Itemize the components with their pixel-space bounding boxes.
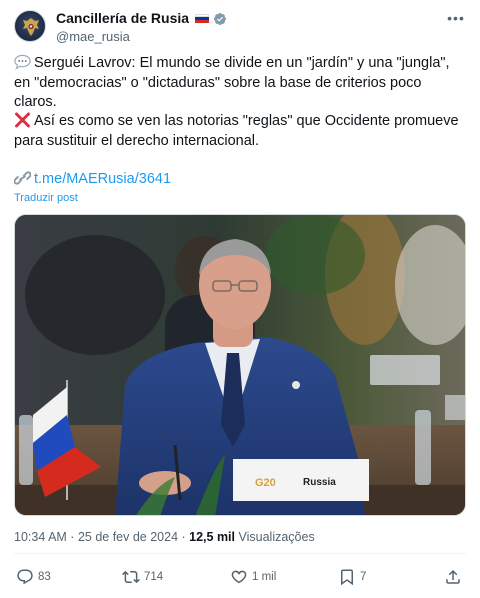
tweet-paragraph-3: t.me/MAERusia/3641 bbox=[14, 170, 466, 190]
repost-button[interactable]: 714 bbox=[122, 566, 163, 588]
like-count: 1 mil bbox=[252, 571, 277, 583]
translate-post-link[interactable]: Traduzir post bbox=[14, 192, 78, 204]
repost-count: 714 bbox=[144, 571, 164, 583]
more-options-icon[interactable]: ••• bbox=[446, 11, 466, 28]
verified-badge-icon bbox=[214, 12, 227, 25]
tweet-time[interactable]: 10:34 AM bbox=[14, 530, 67, 544]
tweet-paragraph-1: Serguéi Lavrov: El mundo se divide en un… bbox=[14, 54, 466, 113]
bookmark-icon bbox=[341, 569, 353, 586]
action-bar: 83 714 1 mil 7 bbox=[14, 566, 466, 588]
photo-scene: G20 Russia bbox=[15, 215, 465, 515]
display-name-row[interactable]: Cancillería de Rusia bbox=[56, 10, 227, 27]
bookmark-button[interactable]: 7 bbox=[338, 566, 366, 588]
speech-balloon-icon bbox=[14, 54, 31, 70]
country-placard: Russia bbox=[303, 477, 336, 488]
paragraph-1-text: Serguéi Lavrov: El mundo se divide en un… bbox=[14, 55, 450, 110]
tweet-header: Cancillería de Rusia @mae_rusia ••• bbox=[14, 10, 466, 46]
handle[interactable]: @mae_rusia bbox=[56, 29, 227, 45]
tweet-card: Cancillería de Rusia @mae_rusia ••• Serg… bbox=[0, 0, 480, 598]
g20-logo: G20 bbox=[255, 477, 276, 489]
reply-icon bbox=[17, 569, 33, 585]
coat-of-arms-icon bbox=[23, 18, 39, 36]
bookmark-count: 7 bbox=[360, 571, 367, 583]
russia-flag-icon bbox=[195, 13, 210, 24]
heart-icon bbox=[231, 570, 247, 584]
reply-button[interactable]: 83 bbox=[16, 566, 51, 588]
views-count: 12,5 mil bbox=[189, 530, 236, 544]
reply-count: 83 bbox=[38, 571, 51, 583]
tweet-date[interactable]: 25 de fev de 2024 bbox=[78, 530, 178, 544]
paragraph-2-text: Así es como se ven las notorias "reglas"… bbox=[14, 113, 459, 149]
tweet-paragraph-2: Así es como se ven las notorias "reglas"… bbox=[14, 112, 466, 151]
like-button[interactable]: 1 mil bbox=[230, 566, 276, 588]
share-icon bbox=[446, 569, 460, 584]
tweet-media-photo[interactable]: G20 Russia bbox=[14, 214, 466, 516]
link-icon bbox=[14, 171, 31, 185]
cross-mark-icon bbox=[15, 112, 30, 128]
display-name[interactable]: Cancillería de Rusia bbox=[56, 10, 189, 27]
views-label: Visualizações bbox=[238, 530, 315, 544]
divider bbox=[14, 553, 466, 554]
tweet-meta: 10:34 AM · 25 de fev de 2024 · 12,5 mil … bbox=[14, 530, 315, 544]
author-names: Cancillería de Rusia @mae_rusia bbox=[56, 10, 227, 45]
telegram-link[interactable]: t.me/MAERusia/3641 bbox=[34, 171, 171, 187]
repost-icon bbox=[122, 570, 140, 584]
avatar[interactable] bbox=[14, 10, 46, 42]
share-button[interactable] bbox=[444, 566, 462, 588]
